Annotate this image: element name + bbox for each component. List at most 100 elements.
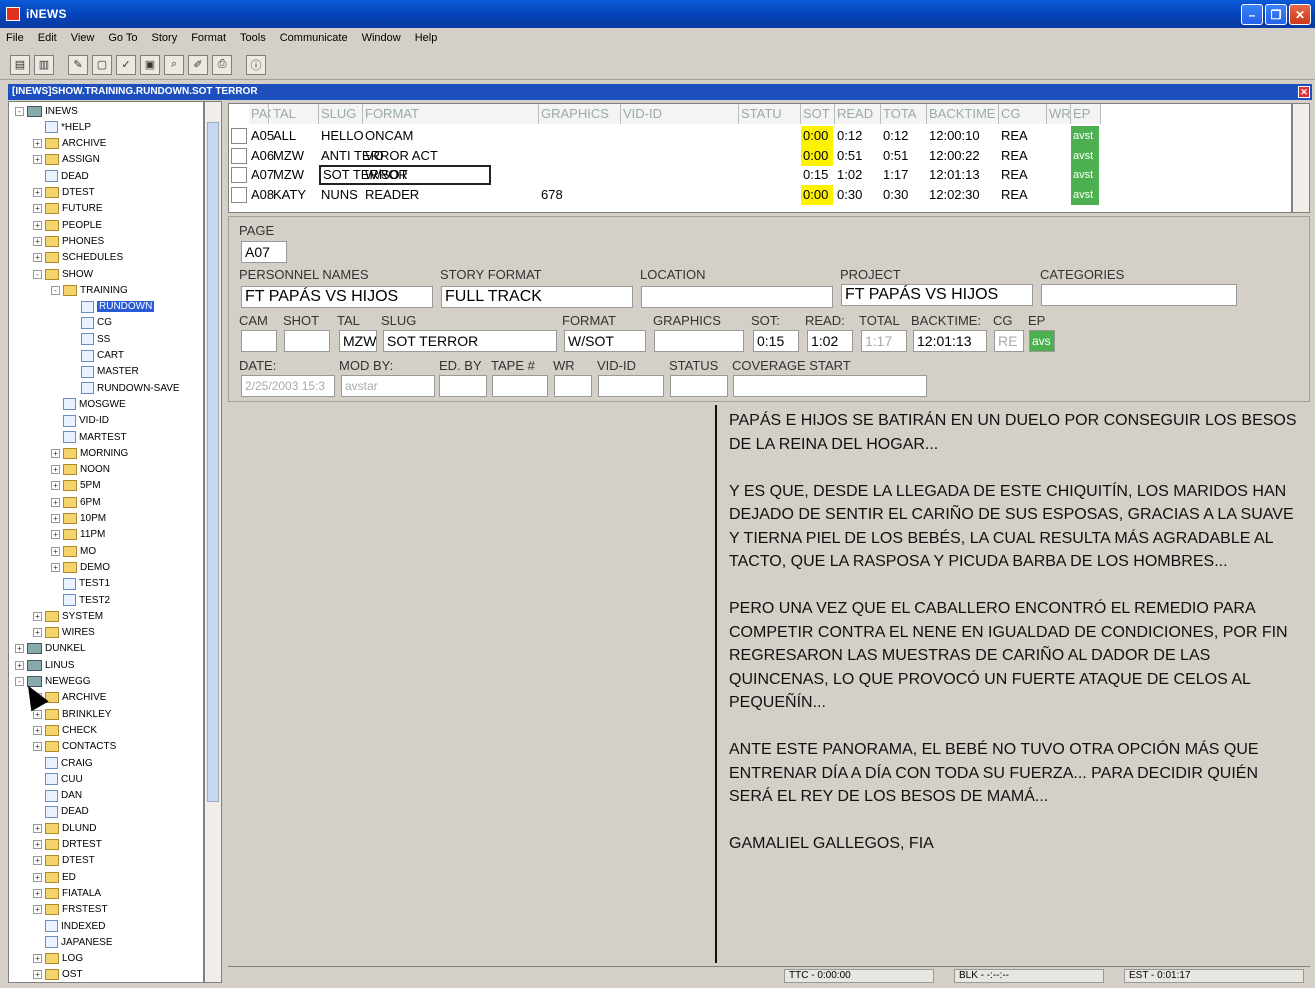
cell-read[interactable]: 0:30 — [835, 185, 879, 205]
read-field[interactable]: 1:02 — [807, 330, 853, 352]
tree-item-vid-id[interactable]: VID-ID — [51, 413, 109, 429]
tree-item-noon[interactable]: + NOON — [51, 462, 110, 478]
tree-item-dtest[interactable]: + DTEST — [33, 853, 95, 869]
column-header-backtime[interactable]: BACKTIME — [927, 104, 999, 124]
tree-item-brinkley[interactable]: + BRINKLEY — [33, 706, 111, 722]
tree-item-dan[interactable]: DAN — [33, 788, 82, 804]
tree-item-morning[interactable]: + MORNING — [51, 445, 128, 461]
row-select-box[interactable] — [231, 167, 247, 183]
sot-field[interactable]: 0:15 — [753, 330, 799, 352]
tape-field[interactable] — [492, 375, 548, 397]
restore-button[interactable]: ❐ — [1265, 4, 1287, 25]
row-select-box[interactable] — [231, 128, 247, 144]
expand-icon[interactable]: + — [33, 628, 42, 638]
tree-item-ed[interactable]: + ED — [33, 869, 76, 885]
slug-field[interactable]: SOT TERROR — [383, 330, 557, 352]
tree-item-inews[interactable]: - INEWS — [15, 103, 78, 119]
page-field[interactable]: A07 — [241, 241, 287, 263]
check-icon[interactable]: ✓ — [116, 54, 136, 75]
menu-item-story[interactable]: Story — [152, 32, 178, 44]
cell-total[interactable]: 0:30 — [881, 185, 925, 205]
tree-item-show[interactable]: - SHOW — [33, 266, 93, 282]
tree-item--help[interactable]: *HELP — [33, 119, 91, 135]
grid-scrollbar[interactable] — [1292, 103, 1310, 213]
table-row[interactable]: A08 KATY NUNS READER 678 0:00 0:30 0:30 12:02:30… — [229, 184, 1289, 205]
save-icon[interactable]: ▣ — [140, 54, 160, 75]
menu-item-help[interactable]: Help — [415, 32, 438, 44]
tree-item-5pm[interactable]: +5PM — [51, 478, 101, 494]
cell-read[interactable]: 0:51 — [835, 146, 879, 166]
wr-field[interactable] — [554, 375, 592, 397]
cell-graphics[interactable]: 678 — [539, 185, 619, 205]
tree-item-6pm[interactable]: +6PM — [51, 494, 101, 510]
cell-total[interactable]: 1:17 — [881, 165, 925, 185]
production-cue-pane[interactable] — [228, 405, 715, 963]
cell-back[interactable]: 12:02:30 — [927, 185, 997, 205]
cell-format[interactable]: ONCAM — [363, 126, 537, 146]
tree-item-schedules[interactable]: + SCHEDULES — [33, 250, 123, 266]
expand-icon[interactable]: + — [33, 220, 42, 230]
expand-icon[interactable]: + — [33, 725, 42, 735]
tree-item-japanese[interactable]: JAPANESE — [33, 934, 113, 950]
expand-icon[interactable]: + — [33, 611, 42, 621]
expand-icon[interactable]: + — [33, 236, 42, 246]
expand-icon[interactable]: + — [33, 905, 42, 915]
cell-read[interactable]: 0:12 — [835, 126, 879, 146]
cg-field[interactable]: RE — [994, 330, 1024, 352]
cell-ep[interactable]: avst — [1071, 145, 1099, 166]
tree-item-dtest[interactable]: + DTEST — [33, 185, 95, 201]
cell-cg[interactable]: REA — [999, 126, 1045, 146]
cell-back[interactable]: 12:00:10 — [927, 126, 997, 146]
location-field[interactable] — [641, 286, 833, 308]
collapse-icon[interactable]: - — [33, 269, 42, 279]
tree-item-ss[interactable]: SS — [69, 331, 110, 347]
column-header-statu[interactable]: STATU — [739, 104, 801, 124]
cell-graphics[interactable] — [539, 146, 619, 166]
tree-item-martest[interactable]: MARTEST — [51, 429, 127, 445]
tree-item-archive[interactable]: + ARCHIVE — [33, 136, 106, 152]
document-close-icon[interactable]: ✕ — [1298, 86, 1310, 98]
cell-graphics[interactable] — [539, 165, 619, 185]
story-text-pane[interactable]: PAPÁS E HIJOS SE BATIRÁN EN UN DUELO POR… — [717, 405, 1312, 963]
tree-item-test2[interactable]: TEST2 — [51, 592, 110, 608]
tree-item-contacts[interactable]: + CONTACTS — [33, 739, 116, 755]
cell-back[interactable]: 12:00:22 — [927, 146, 997, 166]
coverage-start-field[interactable] — [733, 375, 927, 397]
tree-scroll-thumb[interactable] — [207, 122, 219, 802]
cell-format[interactable]: W/SOT — [363, 165, 537, 185]
tree-item-people[interactable]: + PEOPLE — [33, 217, 102, 233]
menu-item-go-to[interactable]: Go To — [108, 32, 137, 44]
cell-tal[interactable]: KATY — [271, 185, 317, 205]
tree-item-fiatala[interactable]: + FIATALA — [33, 885, 101, 901]
table-row[interactable]: A05 ALL HELLO ONCAM 0:00 0:12 0:12 12:00:10 REA a… — [229, 126, 1289, 146]
cell-read[interactable]: 1:02 — [835, 165, 879, 185]
edit-icon[interactable]: ✐ — [188, 54, 208, 75]
column-header-slug[interactable]: SLUG — [319, 104, 363, 124]
tree-item-rundown[interactable]: RUNDOWN — [69, 299, 155, 315]
expand-icon[interactable]: + — [33, 188, 42, 197]
tree-item-mo[interactable]: + MO — [51, 543, 96, 559]
ep-field[interactable]: avs — [1029, 330, 1055, 352]
cell-format[interactable]: READER — [363, 185, 537, 205]
cell-page[interactable]: A06 — [249, 146, 274, 166]
cell-page[interactable]: A07 — [249, 165, 274, 185]
cell-slug[interactable]: ANTI TERROR ACT — [319, 146, 438, 166]
cell-sot[interactable]: 0:00 — [801, 184, 833, 205]
cell-cg[interactable]: REA — [999, 146, 1045, 166]
cam-field[interactable] — [241, 330, 277, 352]
expand-icon[interactable]: + — [33, 709, 42, 719]
expand-icon[interactable]: + — [15, 644, 24, 654]
expand-icon[interactable]: + — [33, 840, 42, 849]
row-select-box[interactable] — [231, 147, 247, 164]
new-story-icon[interactable]: ✎ — [68, 54, 88, 75]
story-view-icon[interactable]: ▥ — [34, 54, 54, 75]
cell-sot[interactable]: 0:00 — [801, 126, 833, 146]
expand-icon[interactable]: + — [51, 497, 60, 507]
search-icon[interactable]: ⌕ — [164, 54, 184, 75]
close-button[interactable]: ✕ — [1289, 4, 1311, 25]
tree-item-dunkel[interactable]: + DUNKEL — [15, 641, 86, 657]
column-header-tota[interactable]: TOTA — [881, 104, 927, 124]
tal-field[interactable]: MZW — [339, 330, 377, 352]
expand-icon[interactable]: + — [33, 888, 42, 898]
vid-id-field[interactable] — [598, 375, 664, 397]
